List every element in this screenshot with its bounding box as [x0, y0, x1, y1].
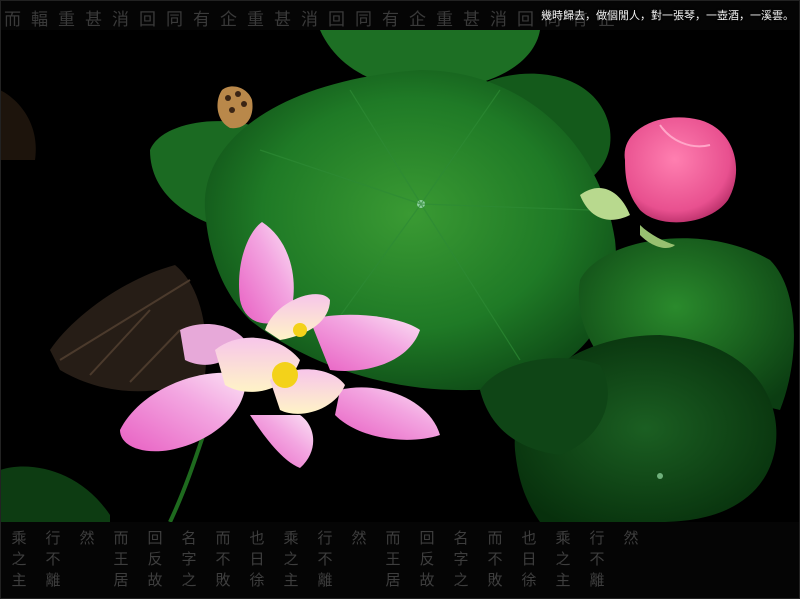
poem-caption: 幾時歸去，做個閒人，對一張琴，一壺酒，一溪雲。 [541, 9, 794, 22]
calligraphy-column: 然 [79, 529, 95, 547]
calligraphy-column: 名字之 [453, 529, 469, 589]
calligraphy-column: 然 [351, 529, 367, 547]
calligraphy-column: 行不離 [45, 529, 61, 589]
calligraphy-column: 行不離 [317, 529, 333, 589]
calligraphy-column: 而王居 [385, 529, 401, 589]
top-calligraphy-band: 而輻重甚消回同有企重甚消回同有企重甚消回同有企 幾時歸去，做個閒人，對一張琴，一… [0, 0, 800, 30]
lotus-scene [0, 30, 800, 522]
bottom-calligraphy-decoration: 乘之主 行不離 然 而王居 回反故 名字之 而不敗 也日徐 乘之主 行不離 然 而王居 回反故 名字之 而不… [8, 528, 642, 591]
photo-frame: 而輻重甚消回同有企重甚消回同有企重甚消回同有企 幾時歸去，做個閒人，對一張琴，一… [0, 0, 800, 599]
calligraphy-column: 而王居 [113, 529, 129, 589]
bottom-calligraphy-band: 乘之主 行不離 然 而王居 回反故 名字之 而不敗 也日徐 乘之主 行不離 然 而王居 回反故 名字之 而不… [0, 522, 800, 599]
top-calligraphy-decoration: 而輻重甚消回同有企重甚消回同有企重甚消回同有企 [4, 10, 625, 30]
calligraphy-column: 也日徐 [521, 529, 537, 589]
calligraphy-column: 乘之主 [555, 529, 571, 589]
lotus-photo [0, 30, 800, 522]
calligraphy-column: 乘之主 [283, 529, 299, 589]
calligraphy-column: 乘之主 [11, 529, 27, 589]
calligraphy-column: 也日徐 [249, 529, 265, 589]
calligraphy-column: 名字之 [181, 529, 197, 589]
calligraphy-column: 回反故 [419, 529, 435, 589]
calligraphy-column: 行不離 [589, 529, 605, 589]
calligraphy-column: 而不敗 [215, 529, 231, 589]
calligraphy-column: 然 [623, 529, 639, 547]
calligraphy-column: 回反故 [147, 529, 163, 589]
calligraphy-column: 而不敗 [487, 529, 503, 589]
